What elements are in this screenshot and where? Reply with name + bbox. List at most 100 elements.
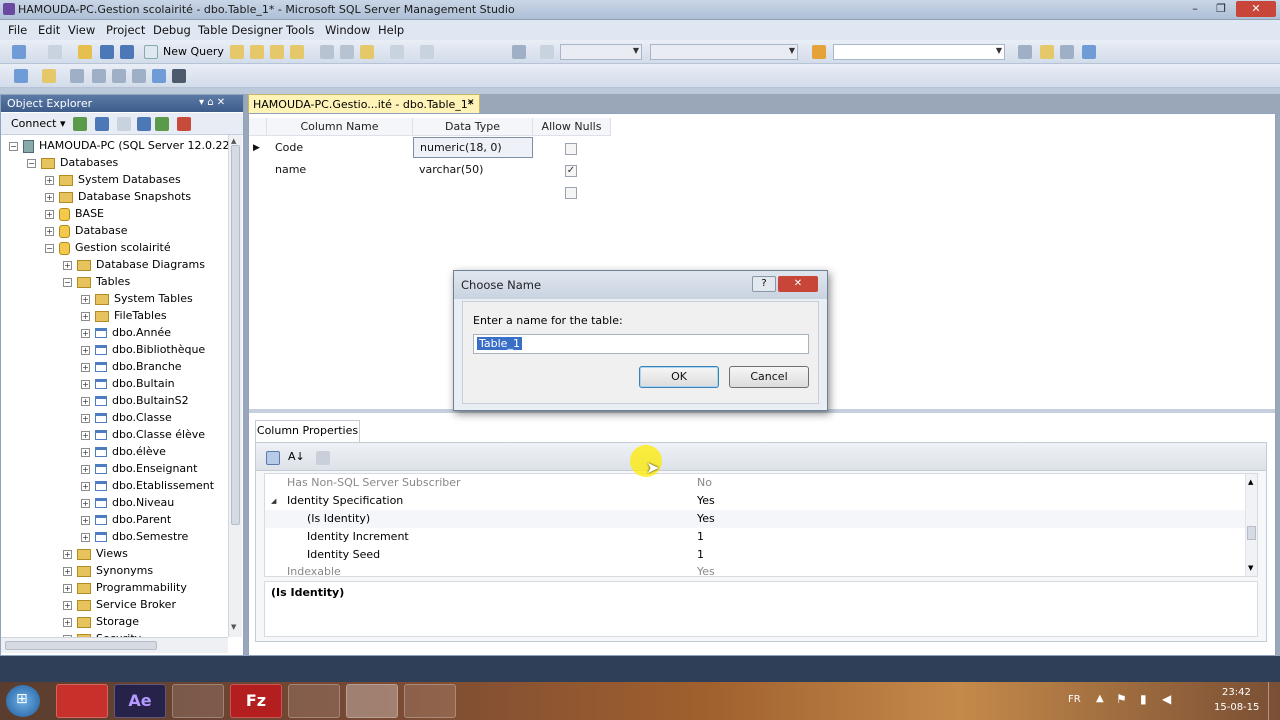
- tree-node[interactable]: + dbo.Bultain: [81, 375, 175, 392]
- close-button[interactable]: ✕: [1236, 1, 1276, 17]
- tree-node[interactable]: + dbo.Bibliothèque: [81, 341, 205, 358]
- speaker-icon[interactable]: ◀: [1162, 692, 1171, 706]
- expand-icon[interactable]: +: [63, 566, 72, 576]
- expand-icon[interactable]: +: [81, 413, 90, 423]
- start-icon[interactable]: [540, 45, 554, 59]
- add-item-icon[interactable]: [48, 45, 62, 59]
- language-indicator[interactable]: FR: [1068, 694, 1081, 705]
- properties-icon[interactable]: [1018, 45, 1032, 59]
- expand-icon[interactable]: +: [81, 345, 90, 355]
- tree-node[interactable]: − Databases: [27, 154, 118, 171]
- collapse-icon[interactable]: −: [9, 141, 18, 151]
- collapse-icon[interactable]: −: [45, 243, 54, 253]
- tree-node[interactable]: + System Databases: [45, 171, 181, 188]
- taskbar-app-filezilla[interactable]: Fz: [230, 684, 282, 718]
- expand-icon[interactable]: +: [81, 498, 90, 508]
- new-query-button[interactable]: New Query: [163, 45, 224, 58]
- allow-nulls-checkbox[interactable]: [565, 143, 577, 155]
- tab-table-designer[interactable]: HAMOUDA-PC.Gestio...ité - dbo.Table_1* ✕: [248, 94, 480, 113]
- expand-icon[interactable]: +: [81, 447, 90, 457]
- connect-button[interactable]: Connect ▾: [11, 117, 66, 130]
- expand-icon[interactable]: +: [45, 226, 54, 236]
- show-desktop-button[interactable]: [1268, 682, 1280, 720]
- tree-node[interactable]: + BASE: [45, 205, 104, 222]
- open-file-icon[interactable]: [78, 45, 92, 59]
- activity-monitor-icon[interactable]: [177, 117, 191, 131]
- window-layout-icon[interactable]: [1082, 45, 1096, 59]
- object-explorer-vscrollbar[interactable]: ▲ ▼: [228, 135, 242, 637]
- spatial-indexes-icon[interactable]: [152, 69, 166, 83]
- column-name-cell[interactable]: Code: [275, 137, 411, 159]
- tree-node[interactable]: − Gestion scolairité: [45, 239, 171, 256]
- scroll-down-icon[interactable]: ▼: [231, 623, 236, 631]
- property-value[interactable]: Yes: [697, 510, 715, 528]
- property-name[interactable]: Identity Increment: [307, 528, 409, 546]
- property-name[interactable]: Has Non-SQL Server Subscriber: [287, 474, 461, 492]
- object-explorer-hscrollbar[interactable]: [1, 637, 228, 653]
- copy-icon[interactable]: [340, 45, 354, 59]
- menu-edit[interactable]: Edit: [38, 23, 60, 37]
- menu-debug[interactable]: Debug: [153, 23, 191, 37]
- data-type-cell[interactable]: numeric(18, 0): [413, 137, 533, 158]
- expand-icon[interactable]: +: [81, 328, 90, 338]
- tree-node[interactable]: + dbo.Parent: [81, 511, 171, 528]
- collapse-icon[interactable]: ◢: [271, 492, 276, 510]
- expand-icon[interactable]: +: [81, 396, 90, 406]
- filter-icon[interactable]: [137, 117, 151, 131]
- menu-view[interactable]: View: [68, 23, 95, 37]
- expand-icon[interactable]: +: [63, 583, 72, 593]
- alphabetical-icon[interactable]: A↓: [288, 450, 305, 463]
- tree-node[interactable]: + Views: [63, 545, 128, 562]
- allow-nulls-checkbox[interactable]: [565, 187, 577, 199]
- tree-node[interactable]: + Database Snapshots: [45, 188, 191, 205]
- property-name[interactable]: Identity Seed: [307, 546, 380, 564]
- connect-engine-icon[interactable]: [73, 117, 87, 131]
- primary-key-icon[interactable]: [42, 69, 56, 83]
- tree-node[interactable]: + Synonyms: [63, 562, 153, 579]
- tree-node[interactable]: + dbo.Niveau: [81, 494, 174, 511]
- property-value[interactable]: Yes: [697, 563, 715, 581]
- cut-icon[interactable]: [320, 45, 334, 59]
- tree-node[interactable]: − HAMOUDA-PC (SQL Server 12.0.226: [9, 137, 228, 154]
- collapse-icon[interactable]: −: [63, 277, 72, 287]
- show-hidden-icons-icon[interactable]: ▲: [1096, 693, 1104, 704]
- tree-node[interactable]: + FileTables: [81, 307, 167, 324]
- tab-column-properties[interactable]: Column Properties: [255, 420, 360, 442]
- expand-icon[interactable]: +: [45, 209, 54, 219]
- solution-config-combo[interactable]: ▼: [560, 44, 642, 60]
- check-constraints-icon[interactable]: [132, 69, 146, 83]
- platform-combo[interactable]: ▼: [650, 44, 798, 60]
- expand-icon[interactable]: +: [81, 515, 90, 525]
- property-pages-icon[interactable]: [316, 451, 330, 465]
- menu-window[interactable]: Window: [325, 23, 370, 37]
- property-name[interactable]: (Is Identity): [307, 510, 370, 528]
- generate-script-icon[interactable]: [14, 69, 28, 83]
- tree-node[interactable]: +Security: [63, 630, 141, 637]
- property-value[interactable]: 1: [697, 546, 704, 564]
- menu-help[interactable]: Help: [378, 23, 404, 37]
- fulltext-index-icon[interactable]: [172, 69, 186, 83]
- expand-icon[interactable]: +: [81, 532, 90, 542]
- expand-icon[interactable]: +: [63, 617, 72, 627]
- allow-nulls-checkbox[interactable]: ✓: [565, 165, 577, 177]
- taskbar-app-utorrent[interactable]: [288, 684, 340, 718]
- tree-node[interactable]: + dbo.Branche: [81, 358, 182, 375]
- property-value[interactable]: No: [697, 474, 712, 492]
- scroll-up-icon[interactable]: ▲: [1248, 478, 1253, 486]
- column-name-cell[interactable]: name: [275, 159, 411, 181]
- disconnect-icon[interactable]: [95, 117, 109, 131]
- find-icon[interactable]: [812, 45, 826, 59]
- expand-icon[interactable]: +: [81, 311, 90, 321]
- tree-node[interactable]: + System Tables: [81, 290, 193, 307]
- scroll-thumb[interactable]: [1247, 526, 1256, 540]
- cancel-button[interactable]: Cancel: [729, 366, 809, 388]
- undo-icon[interactable]: [390, 45, 404, 59]
- property-name[interactable]: Indexable: [287, 563, 341, 581]
- column-name-cell[interactable]: [275, 181, 411, 203]
- navigate-icon[interactable]: [512, 45, 526, 59]
- xmla-query-icon[interactable]: [290, 45, 304, 59]
- pane-controls[interactable]: ▾ ⌂ ✕: [199, 97, 225, 108]
- tree-node[interactable]: + dbo.élève: [81, 443, 166, 460]
- property-value[interactable]: Yes: [697, 492, 715, 510]
- mdx-query-icon[interactable]: [270, 45, 284, 59]
